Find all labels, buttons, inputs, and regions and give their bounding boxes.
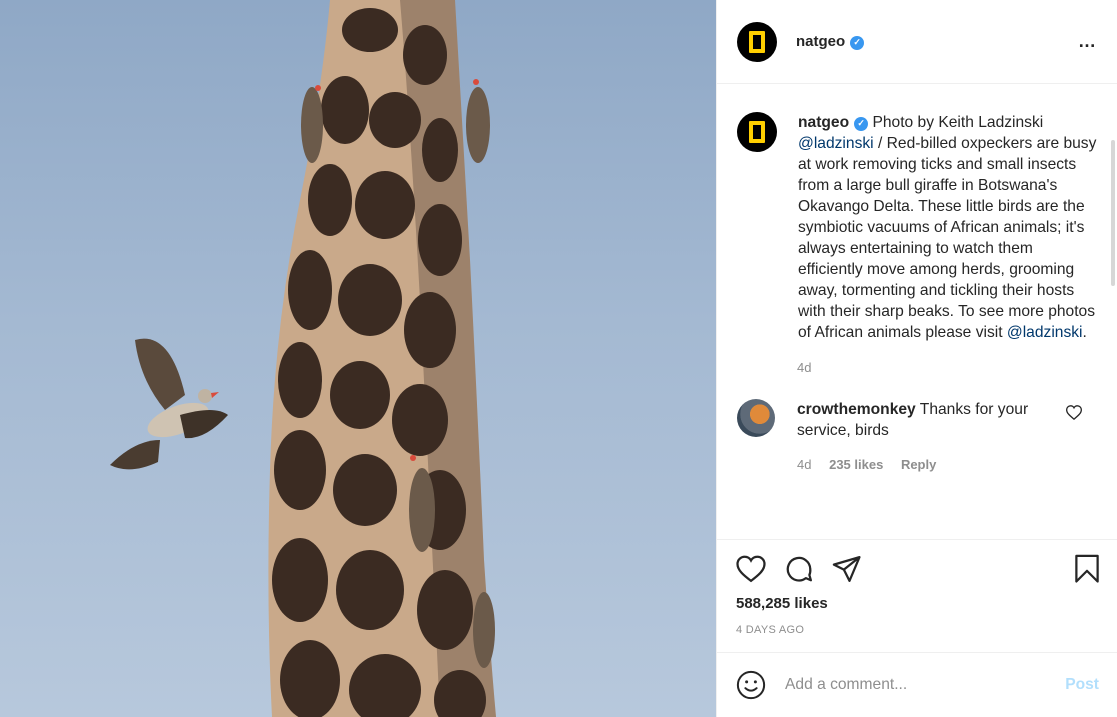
caption-text: natgeo ✓ Photo by Keith Ladzinski @ladzin… (798, 114, 1097, 341)
emoji-smiley-icon[interactable] (736, 670, 766, 700)
header-username[interactable]: natgeo ✓ (796, 33, 865, 50)
natgeo-avatar[interactable] (737, 21, 777, 62)
add-comment-bar: Post (717, 652, 1117, 717)
comment-meta: 4d 235 likes Reply (797, 457, 1097, 472)
comment-likes[interactable]: 235 likes (829, 457, 883, 472)
share-paper-plane-icon[interactable] (832, 555, 862, 583)
mention-link[interactable]: @ladzinski (1007, 324, 1083, 341)
post-comment-button[interactable]: Post (1065, 676, 1099, 694)
like-heart-icon[interactable] (736, 555, 766, 583)
natgeo-logo-icon (749, 30, 765, 53)
comment-item: crowthemonkey Thanks for your service, b… (737, 399, 1097, 441)
more-options-icon[interactable]: … (1078, 31, 1097, 52)
giraffe-oxpeckers-image (110, 0, 496, 717)
add-comment-input[interactable] (785, 676, 1066, 694)
caption-entry: natgeo ✓ Photo by Keith Ladzinski @ladzin… (737, 112, 1097, 343)
comments-section[interactable]: natgeo ✓ Photo by Keith Ladzinski @ladzin… (717, 84, 1117, 539)
comment-text: crowthemonkey Thanks for your service, b… (797, 401, 1029, 439)
post-actions: 588,285 likes 4 DAYS AGO (717, 539, 1117, 652)
comment-username[interactable]: crowthemonkey (797, 401, 916, 418)
action-icons (736, 554, 1101, 584)
post-header: natgeo ✓ … (717, 0, 1117, 84)
caption-time[interactable]: 4d (797, 360, 1097, 375)
post-time-ago[interactable]: 4 DAYS AGO (736, 624, 1101, 636)
natgeo-logo-icon (749, 121, 765, 143)
commenter-avatar[interactable] (737, 399, 775, 437)
post-photo[interactable] (0, 0, 716, 717)
comment-like-heart-icon[interactable] (1066, 405, 1082, 420)
mention-link[interactable]: @ladzinski (798, 135, 874, 152)
comment-time[interactable]: 4d (797, 457, 811, 472)
caption-username[interactable]: natgeo (798, 114, 849, 131)
scrollbar[interactable] (1111, 140, 1115, 286)
verified-badge-icon: ✓ (850, 35, 865, 50)
caption-avatar[interactable] (737, 112, 777, 152)
reply-button[interactable]: Reply (901, 457, 936, 472)
save-bookmark-icon[interactable] (1073, 554, 1101, 584)
comment-bubble-icon[interactable] (784, 554, 814, 584)
post-details-panel: natgeo ✓ … natgeo ✓ Photo by Keith Ladzins… (716, 0, 1117, 717)
likes-count[interactable]: 588,285 likes (736, 595, 1101, 612)
verified-badge-icon: ✓ (854, 116, 869, 131)
